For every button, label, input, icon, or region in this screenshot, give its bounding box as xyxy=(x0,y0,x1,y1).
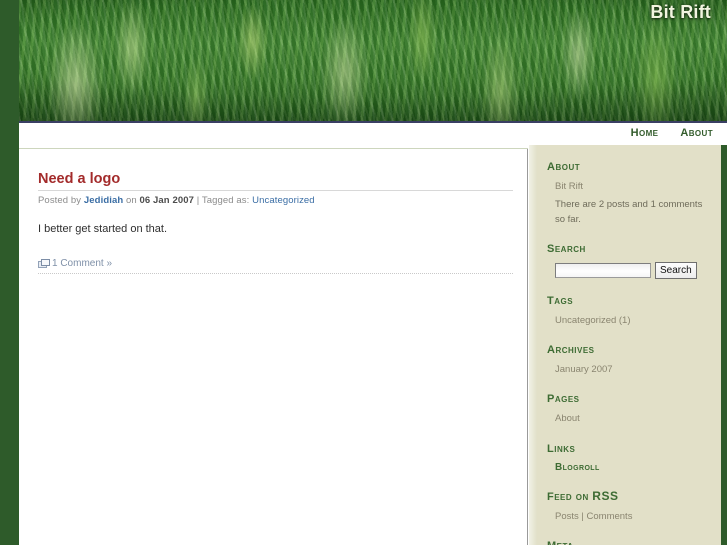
sidebar-tag-link[interactable]: Uncategorized (1) xyxy=(555,315,631,326)
post-comments-row: 1 Comment » xyxy=(38,258,513,269)
posted-by-label: Posted by xyxy=(38,195,82,206)
tagged-as-label: Tagged as: xyxy=(201,195,250,206)
post-tag-link[interactable]: Uncategorized xyxy=(252,195,315,206)
post-date: 06 Jan 2007 xyxy=(139,195,194,206)
sidebar-heading-archives: Archives xyxy=(547,344,595,356)
meta-separator: | xyxy=(196,195,200,206)
sidebar-page-item[interactable]: About xyxy=(555,412,711,426)
sidebar-blogroll-link[interactable]: Blogroll xyxy=(555,462,711,473)
post-meta: Posted by Jedidiah on 06 Jan 2007 | Tagg… xyxy=(38,195,513,206)
feed-comments-link[interactable]: Comments xyxy=(587,511,633,522)
sidebar-heading-tags: Tags xyxy=(547,294,574,307)
header-banner-vignette xyxy=(19,0,727,121)
sidebar-heading-about: About xyxy=(547,161,581,173)
sidebar-about-site-name: Bit Rift xyxy=(555,181,583,192)
main-content: Need a logo Posted by Jedidiah on 06 Jan… xyxy=(19,149,528,545)
sidebar-heading-links: Links xyxy=(547,442,576,455)
body-wrapper: Need a logo Posted by Jedidiah on 06 Jan… xyxy=(19,145,727,545)
site-header: Bit Rift xyxy=(19,0,727,123)
post-bottom-divider xyxy=(38,272,513,274)
sidebar-heading-feed: Feed on RSS xyxy=(547,489,711,503)
main-navigation: Home About xyxy=(19,123,727,148)
post-body: I better get started on that. xyxy=(38,223,168,235)
search-input[interactable] xyxy=(555,262,651,278)
sidebar-search-form: Search xyxy=(555,261,711,279)
post-title-rule xyxy=(38,190,513,191)
sidebar-heading-meta: Meta xyxy=(547,540,711,545)
feed-heading-prefix: Feed on xyxy=(547,490,589,503)
on-label: on xyxy=(126,195,137,206)
site-title: Bit Rift xyxy=(650,2,711,22)
sidebar-about-stats: There are 2 posts and 1 comments so far. xyxy=(555,199,703,225)
sidebar-archive-link[interactable]: January 2007 xyxy=(555,364,613,375)
sidebar-archive-item[interactable]: January 2007 xyxy=(555,363,711,377)
sidebar-heading-search: Search xyxy=(547,242,586,255)
nav-item-about[interactable]: About xyxy=(680,123,713,146)
sidebar-tag-item[interactable]: Uncategorized (1) xyxy=(555,314,711,328)
comment-bubble-icon xyxy=(38,258,50,268)
sidebar-heading-pages: Pages xyxy=(547,393,580,406)
post-author-link[interactable]: Jedidiah xyxy=(84,195,123,206)
sidebar-feed-links: Posts | Comments xyxy=(555,510,711,524)
feed-separator: | xyxy=(581,510,584,522)
sidebar: About Bit Rift There are 2 posts and 1 c… xyxy=(529,145,721,545)
post-comments-link[interactable]: 1 Comment » xyxy=(52,258,112,269)
sidebar-page-link[interactable]: About xyxy=(555,413,580,424)
post-title[interactable]: Need a logo xyxy=(38,171,513,187)
feed-posts-link[interactable]: Posts xyxy=(555,511,579,522)
page-root: Bit Rift Home About Need a logo Posted by… xyxy=(0,0,727,545)
search-submit-button[interactable]: Search xyxy=(655,261,697,279)
feed-heading-rss: RSS xyxy=(592,488,619,503)
